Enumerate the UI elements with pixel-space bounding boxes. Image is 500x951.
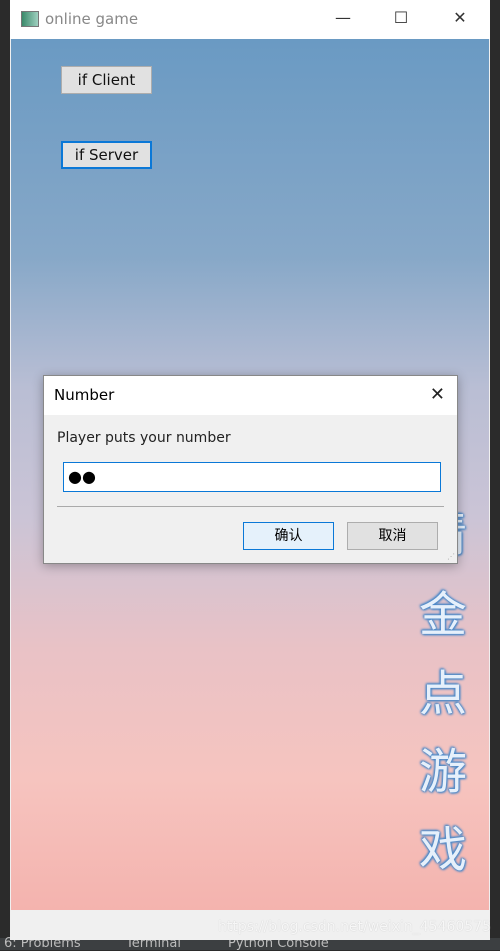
dialog-close-icon[interactable]: ✕ [430, 384, 445, 405]
title-char: 戏 [419, 822, 468, 878]
divider [57, 506, 444, 507]
if-server-button[interactable]: if Server [61, 141, 152, 169]
title-char: 点 [419, 666, 468, 722]
cancel-button[interactable]: 取消 [347, 522, 438, 550]
watermark: https://blog.csdn.net/weixin_45460575 [218, 919, 492, 935]
ok-button[interactable]: 确认 [243, 522, 334, 550]
window-title: online game [45, 10, 139, 28]
if-client-button[interactable]: if Client [61, 66, 152, 94]
title-bar: online game — ☐ ✕ [10, 0, 490, 39]
title-char: 游 [419, 744, 468, 800]
app-icon [21, 11, 39, 27]
prompt-label: Player puts your number [57, 430, 231, 446]
title-char: 金 [419, 587, 468, 643]
number-dialog: Number ✕ Player puts your number ●● 确认 取… [43, 375, 458, 564]
dialog-title: Number [54, 386, 115, 404]
dialog-title-bar: Number ✕ [44, 376, 457, 415]
minimize-button[interactable]: — [328, 8, 358, 30]
close-button[interactable]: ✕ [445, 8, 475, 30]
resize-grip-icon[interactable]: ⋰ [447, 552, 455, 561]
number-input[interactable]: ●● [63, 462, 441, 492]
maximize-button[interactable]: ☐ [386, 8, 416, 30]
